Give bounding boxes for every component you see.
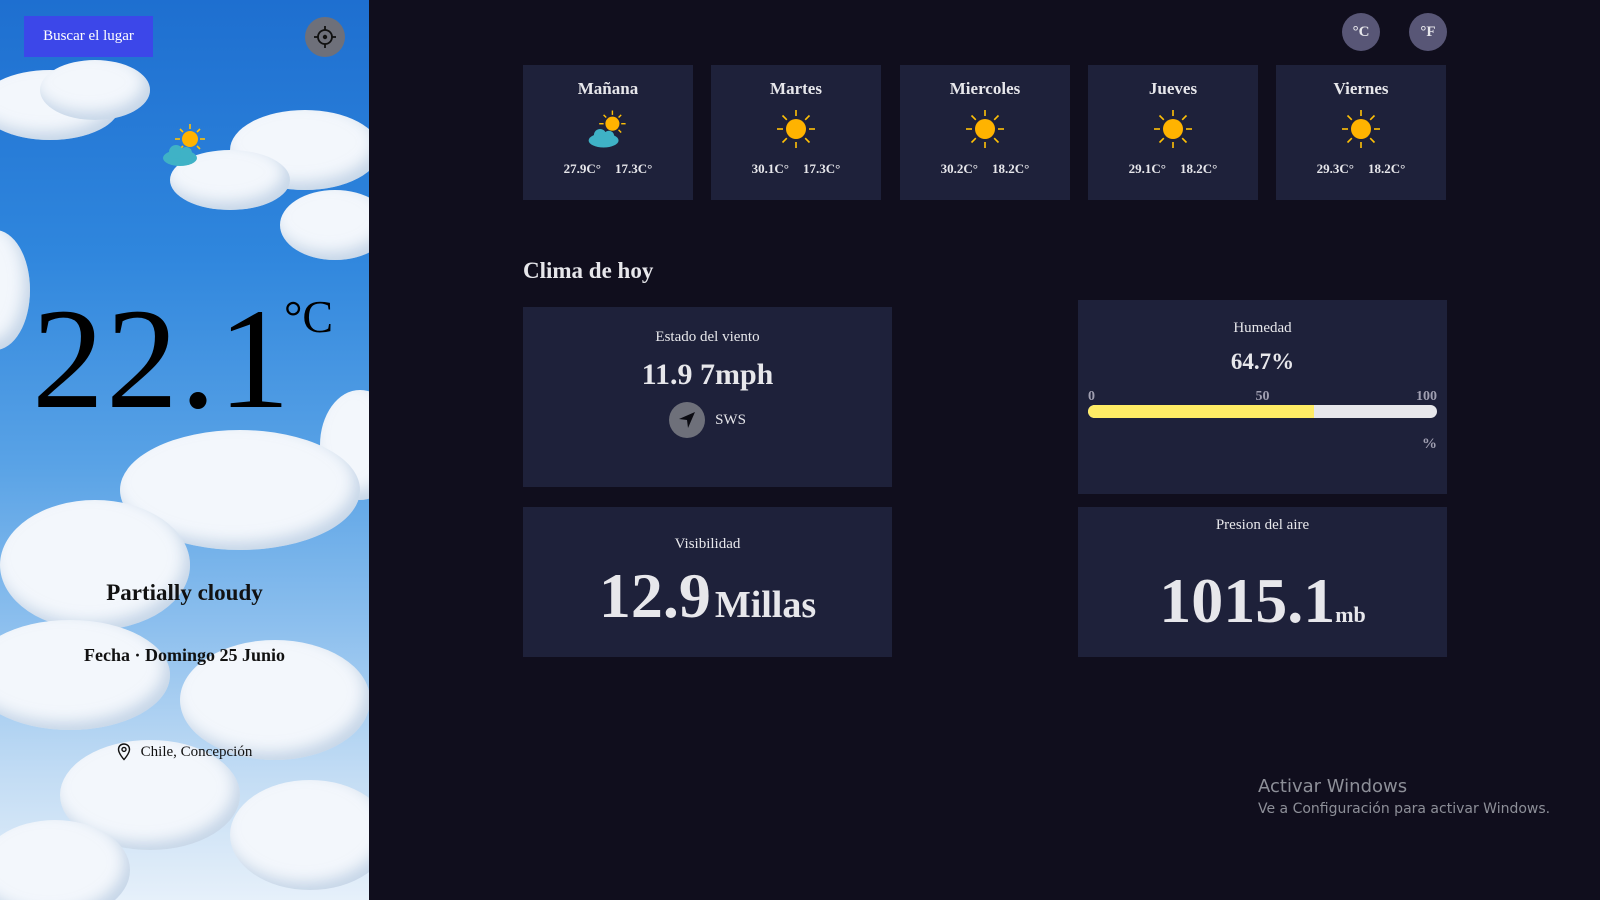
forecast-card: Viernes 29.3C° 18.2C°	[1276, 65, 1446, 200]
map-pin-icon	[117, 743, 130, 761]
current-temperature: 22.1	[32, 280, 292, 439]
celsius-toggle[interactable]: °C	[1342, 13, 1380, 51]
watermark-title: Activar Windows	[1258, 776, 1408, 797]
forecast-min: 18.2C°	[1180, 161, 1218, 176]
weather-condition: Partially cloudy	[106, 580, 263, 605]
humidity-bar-fill	[1088, 405, 1314, 418]
cloud-decoration	[0, 230, 30, 350]
sidebar: Buscar el lugar 22.1 °C Partially cloudy…	[0, 0, 369, 900]
forecast-max: 27.9C°	[563, 161, 601, 176]
pressure-value: 1015.1	[1159, 565, 1336, 636]
visibility-value: 12.9	[598, 560, 711, 631]
forecast-max: 29.1C°	[1128, 161, 1166, 176]
watermark-subtitle: Ve a Configuración para activar Windows.	[1258, 801, 1551, 817]
windows-activation-watermark: Activar Windows Ve a Configuración para …	[1258, 776, 1550, 817]
forecast-day: Miercoles	[949, 79, 1021, 98]
wind-direction: SWS	[523, 402, 892, 438]
wind-label: Estado del viento	[655, 329, 760, 345]
cloud-decoration	[280, 190, 369, 260]
wind-direction-label: SWS	[715, 411, 746, 428]
cloud-decoration	[230, 780, 369, 890]
wind-card: Estado del viento 11.9 7mph SWS	[523, 307, 892, 487]
temperature-unit: °C	[284, 291, 334, 342]
scale-mid: 50	[1255, 389, 1270, 404]
partly-cloudy-icon	[163, 124, 205, 166]
scale-min: 0	[1088, 389, 1095, 404]
forecast-card: Jueves 29.1C° 18.2C°	[1088, 65, 1258, 200]
forecast-max: 29.3C°	[1316, 161, 1354, 176]
forecast-min: 18.2C°	[1368, 161, 1406, 176]
forecast-day: Viernes	[1333, 79, 1389, 98]
forecast-min: 17.3C°	[803, 161, 841, 176]
forecast-day: Martes	[770, 79, 822, 98]
humidity-label: Humedad	[1233, 320, 1292, 336]
locate-button[interactable]	[305, 17, 345, 57]
navigation-arrow-icon	[669, 402, 706, 438]
forecast-min: 17.3C°	[615, 161, 653, 176]
search-place-button[interactable]: Buscar el lugar	[24, 16, 153, 57]
sun-icon	[966, 110, 1004, 148]
pressure-label: Presion del aire	[1215, 517, 1310, 533]
crosshair-icon	[314, 26, 336, 48]
cloud-decoration	[0, 620, 170, 730]
humidity-bar	[1088, 405, 1437, 418]
humidity-scale: 0 50 100	[1088, 389, 1437, 404]
humidity-value: 64.7%	[1230, 349, 1295, 374]
forecast-max: 30.1C°	[751, 161, 789, 176]
forecast-day: Mañana	[577, 79, 639, 98]
humidity-unit: %	[1422, 436, 1437, 452]
sun-icon	[1342, 110, 1380, 148]
cloud-decoration	[40, 60, 150, 120]
scale-max: 100	[1416, 389, 1437, 404]
visibility-card: Visibilidad 12.9 Millas	[523, 507, 892, 657]
humidity-card: Humedad 64.7% 0 50 100 %	[1078, 300, 1447, 494]
section-title: Clima de hoy	[523, 258, 654, 283]
pressure-unit: mb	[1335, 602, 1366, 627]
forecast-day: Jueves	[1148, 79, 1198, 98]
forecast-max: 30.2C°	[940, 161, 978, 176]
cloud-decoration	[0, 500, 190, 630]
partly-cloudy-icon	[588, 110, 626, 148]
visibility-label: Visibilidad	[674, 536, 741, 552]
sun-icon	[777, 110, 815, 148]
forecast-min: 18.2C°	[992, 161, 1030, 176]
location-name: Chile, Concepción	[140, 743, 253, 760]
location: Chile, Concepción	[0, 743, 369, 761]
forecast-card: Miercoles 30.2C° 18.2C°	[900, 65, 1070, 200]
forecast-card: Mañana 27.9C° 17.3C°	[523, 65, 693, 200]
current-date: Fecha · Domingo 25 Junio	[83, 645, 285, 665]
wind-value: 11.9 7mph	[641, 358, 774, 391]
forecast-card: Martes 30.1C° 17.3C°	[711, 65, 881, 200]
visibility-unit: Millas	[714, 584, 817, 626]
fahrenheit-toggle[interactable]: °F	[1409, 13, 1447, 51]
pressure-card: Presion del aire 1015.1mb	[1078, 507, 1447, 657]
sun-icon	[1154, 110, 1192, 148]
